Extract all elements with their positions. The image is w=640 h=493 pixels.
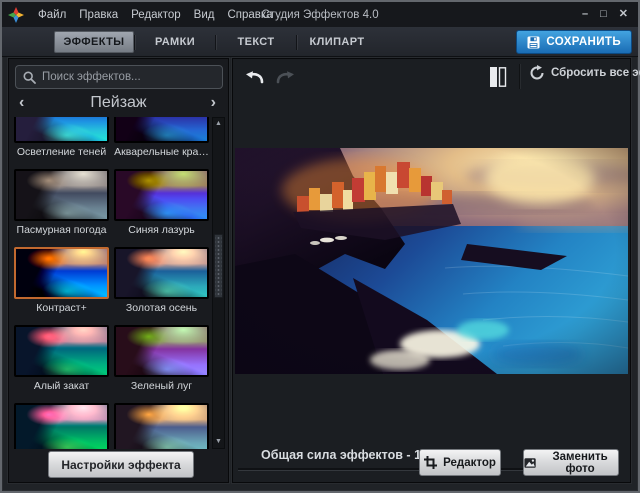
effects-sidebar: ‹ Пейзаж › Осветление теней Акварельные к…: [8, 58, 229, 483]
replace-photo-label: Заменить фото: [542, 451, 618, 475]
effect-item[interactable]: Золотая осень: [114, 247, 209, 315]
effects-list-viewport: Осветление теней Акварельные кра… Пасмурна…: [14, 117, 211, 449]
photo-image: [235, 148, 628, 374]
effect-preview-image: [116, 327, 207, 375]
category-name: Пейзаж: [9, 93, 228, 113]
scrollbar-up-icon[interactable]: ▲: [213, 119, 224, 129]
effects-grid: Осветление теней Акварельные кра… Пасмурна…: [14, 117, 211, 449]
effect-preview-image: [116, 249, 207, 297]
effect-item[interactable]: Акварельные кра…: [114, 117, 209, 159]
scrollbar-down-icon[interactable]: ▼: [213, 437, 224, 447]
tab-0[interactable]: ЭФФЕКТЫ: [54, 31, 134, 53]
effect-label: Золотая осень: [114, 302, 209, 315]
effect-preview-image: [116, 171, 207, 219]
redo-icon[interactable]: [275, 67, 297, 85]
app-window: ФайлПравкаРедакторВидСправка Студия Эффе…: [0, 0, 640, 493]
category-next-icon[interactable]: ›: [211, 93, 216, 113]
menu-item-0[interactable]: Файл: [34, 7, 70, 23]
effect-thumbnail: [14, 247, 109, 299]
effect-item[interactable]: Синяя лазурь: [114, 169, 209, 237]
tab-3[interactable]: КЛИПАРТ: [297, 32, 377, 53]
effect-label: Алый закат: [14, 380, 109, 393]
reset-effects-label: Сбросить все эффекты: [551, 67, 640, 79]
effect-item[interactable]: [114, 403, 209, 449]
replace-photo-button[interactable]: Заменить фото: [523, 449, 619, 476]
effect-label: Контраст+: [14, 302, 109, 315]
effect-preview-image: [116, 117, 207, 141]
save-button[interactable]: СОХРАНИТЬ: [516, 30, 632, 54]
effect-thumbnail: [14, 117, 109, 143]
search-input[interactable]: [42, 71, 212, 83]
effect-thumbnail: [14, 169, 109, 221]
effect-label: Синяя лазурь: [114, 224, 209, 237]
effect-thumbnail: [14, 403, 109, 449]
app-logo-icon: [8, 7, 24, 23]
menu-item-2[interactable]: Редактор: [127, 7, 185, 23]
tabbar: ЭФФЕКТЫРАМКИТЕКСТКЛИПАРТ СОХРАНИТЬ: [2, 27, 638, 57]
effects-scrollbar[interactable]: ▲ ▼: [212, 117, 225, 449]
search-box: [15, 65, 223, 89]
minimize-button[interactable]: –: [582, 9, 588, 20]
effect-label: Зеленый луг: [114, 380, 209, 393]
titlebar: ФайлПравкаРедакторВидСправка Студия Эффе…: [2, 2, 638, 27]
editor-button[interactable]: Редактор: [419, 449, 501, 476]
effect-item[interactable]: Пасмурная погода: [14, 169, 109, 237]
effect-label: Акварельные кра…: [114, 146, 209, 159]
category-prev-icon[interactable]: ‹: [19, 93, 24, 113]
effect-thumbnail: [114, 117, 209, 143]
effect-item[interactable]: Осветление теней: [14, 117, 109, 159]
category-nav: ‹ Пейзаж ›: [9, 93, 228, 115]
maximize-button[interactable]: □: [600, 9, 607, 20]
toolbar-separator: [519, 64, 520, 89]
effect-preview-image: [116, 405, 207, 449]
effect-preview-image: [16, 117, 107, 141]
window-controls: – □ ✕: [582, 2, 628, 27]
menu-item-1[interactable]: Правка: [75, 7, 122, 23]
close-button[interactable]: ✕: [619, 9, 628, 20]
effect-thumbnail: [114, 403, 209, 449]
search-icon: [23, 71, 36, 84]
strength-label: Общая сила эффектов - 100%: [261, 448, 396, 462]
effect-item[interactable]: Алый закат: [14, 325, 109, 393]
save-button-label: СОХРАНИТЬ: [546, 36, 621, 48]
reset-refresh-icon: [529, 65, 545, 81]
undo-icon[interactable]: [243, 67, 265, 85]
effect-label: Осветление теней: [14, 146, 109, 159]
window-title: Студия Эффектов 4.0: [261, 9, 378, 21]
effect-thumbnail: [14, 325, 109, 377]
menubar: ФайлПравкаРедакторВидСправка: [34, 7, 277, 23]
effect-preview-image: [16, 249, 107, 297]
effect-thumbnail: [114, 169, 209, 221]
effect-settings-button[interactable]: Настройки эффекта: [48, 451, 194, 478]
tabbar-tabs: ЭФФЕКТЫРАМКИТЕКСТКЛИПАРТ: [54, 31, 377, 53]
effect-label: Пасмурная погода: [14, 224, 109, 237]
editor-button-label: Редактор: [443, 457, 496, 469]
crop-icon: [424, 456, 437, 469]
main-panel: Сбросить все эффекты: [232, 58, 631, 483]
effect-item[interactable]: Зеленый луг: [114, 325, 209, 393]
tab-2[interactable]: ТЕКСТ: [216, 32, 296, 53]
effect-item[interactable]: [14, 403, 109, 449]
effect-preview-image: [16, 327, 107, 375]
main-toolbar: Сбросить все эффекты: [233, 59, 630, 95]
floppy-disk-icon: [527, 36, 540, 49]
effect-preview-image: [16, 171, 107, 219]
effect-thumbnail: [114, 247, 209, 299]
tab-1[interactable]: РАМКИ: [135, 32, 215, 53]
menu-item-3[interactable]: Вид: [190, 7, 219, 23]
effect-preview-image: [16, 405, 107, 449]
photo-icon: [524, 457, 536, 469]
main-footer: Общая сила эффектов - 100% Редактор Заме…: [233, 444, 630, 480]
scrollbar-thumb[interactable]: [214, 234, 223, 298]
reset-effects-button[interactable]: Сбросить все эффекты: [529, 65, 640, 81]
effect-thumbnail: [114, 325, 209, 377]
effect-item[interactable]: Контраст+: [14, 247, 109, 315]
photo-canvas: [235, 148, 628, 374]
compare-before-after-icon[interactable]: [489, 65, 507, 89]
